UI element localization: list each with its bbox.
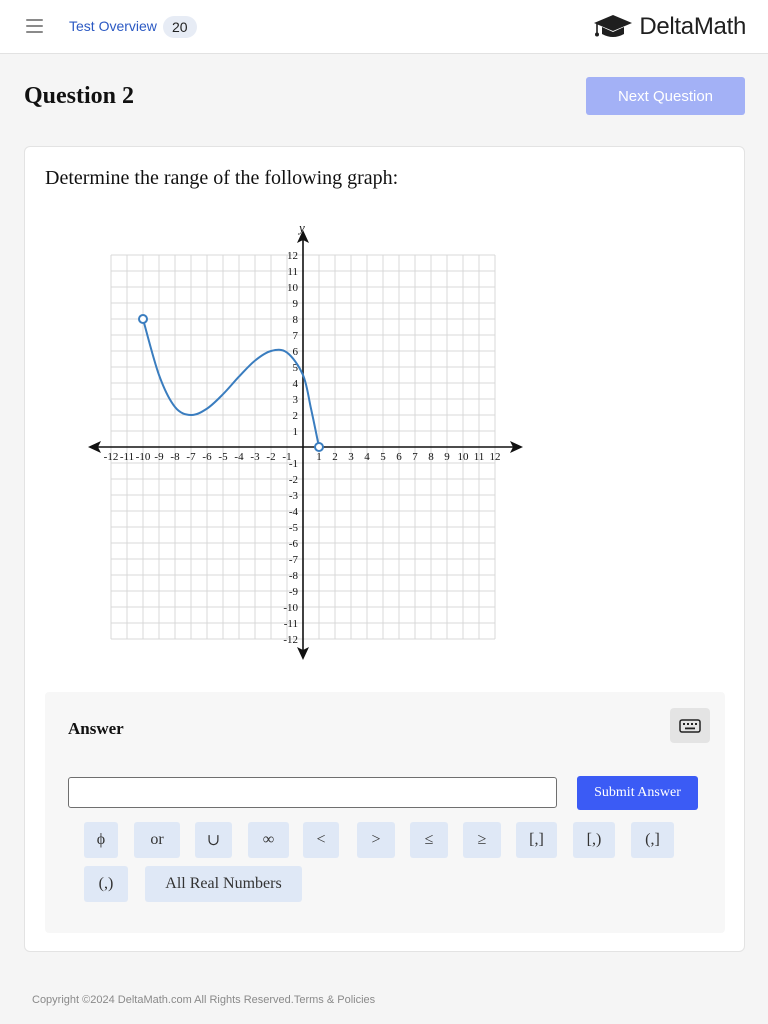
x-tick-label: -10 bbox=[136, 451, 151, 463]
y-axis-label: y bbox=[297, 220, 305, 235]
brand-logo: DeltaMath bbox=[593, 12, 746, 42]
y-tick-label: 10 bbox=[287, 282, 299, 294]
hamburger-icon[interactable] bbox=[26, 19, 43, 33]
page-title: Question 2 bbox=[24, 83, 135, 109]
x-tick-label: 2 bbox=[332, 451, 338, 463]
symbol-button-less-equal[interactable]: ≤ bbox=[410, 822, 448, 858]
x-tick-label: 1 bbox=[316, 451, 322, 463]
answer-input[interactable] bbox=[68, 777, 557, 808]
symbol-button-union[interactable]: ∪ bbox=[195, 822, 232, 858]
graph-svg: xy-12-11-10-9-8-7-6-5-4-3-2-112345678910… bbox=[88, 220, 523, 660]
y-tick-label: -6 bbox=[289, 538, 299, 550]
x-tick-label: -6 bbox=[202, 451, 212, 463]
x-tick-label: 4 bbox=[364, 451, 370, 463]
symbol-button-open-open-interval[interactable]: (,) bbox=[84, 866, 128, 902]
symbol-button-closed-open-interval[interactable]: [,) bbox=[573, 822, 615, 858]
symbol-button-greater-equal[interactable]: ≥ bbox=[463, 822, 501, 858]
y-tick-label: -2 bbox=[289, 474, 298, 486]
x-tick-label: 8 bbox=[428, 451, 434, 463]
x-tick-label: 12 bbox=[490, 451, 501, 463]
x-tick-label: -7 bbox=[186, 451, 196, 463]
x-tick-label: -2 bbox=[266, 451, 275, 463]
next-question-button[interactable]: Next Question bbox=[586, 77, 745, 115]
x-tick-label: 10 bbox=[458, 451, 470, 463]
symbol-button-infinity[interactable]: ∞ bbox=[248, 822, 289, 858]
symbol-button-or[interactable]: or bbox=[134, 822, 180, 858]
x-tick-label: -3 bbox=[250, 451, 260, 463]
x-tick-label: -11 bbox=[120, 451, 134, 463]
y-tick-label: -9 bbox=[289, 586, 299, 598]
copyright-text: Copyright ©2024 DeltaMath.com All Rights… bbox=[32, 994, 294, 1006]
y-tick-label: 8 bbox=[293, 314, 299, 326]
top-bar: Test Overview 20 DeltaMath bbox=[0, 0, 768, 54]
question-card: Determine the range of the following gra… bbox=[24, 146, 745, 952]
y-tick-label: 3 bbox=[293, 394, 299, 406]
answer-label: Answer bbox=[68, 719, 124, 738]
brand-name: DeltaMath bbox=[639, 13, 746, 40]
x-tick-label: 9 bbox=[444, 451, 450, 463]
x-tick-label: 3 bbox=[348, 451, 354, 463]
x-tick-label: -5 bbox=[218, 451, 228, 463]
x-tick-label: 6 bbox=[396, 451, 402, 463]
symbol-button-less-than[interactable]: < bbox=[303, 822, 339, 858]
y-tick-label: -1 bbox=[289, 458, 298, 470]
footer: Copyright ©2024 DeltaMath.com All Rights… bbox=[32, 994, 375, 1006]
symbol-button-open-closed-interval[interactable]: (,] bbox=[631, 822, 674, 858]
open-endpoint bbox=[314, 442, 324, 452]
y-tick-label: -7 bbox=[289, 554, 299, 566]
x-tick-label: -4 bbox=[234, 451, 244, 463]
open-endpoint bbox=[138, 314, 148, 324]
submit-answer-button[interactable]: Submit Answer bbox=[577, 776, 698, 810]
test-overview-link[interactable]: Test Overview bbox=[69, 18, 157, 34]
y-tick-label: -4 bbox=[289, 506, 299, 518]
keyboard-toggle-button[interactable] bbox=[670, 708, 710, 743]
y-tick-label: 4 bbox=[293, 378, 299, 390]
x-tick-label: -12 bbox=[104, 451, 119, 463]
question-count-badge: 20 bbox=[163, 16, 197, 38]
x-tick-label: -8 bbox=[170, 451, 180, 463]
y-tick-label: -12 bbox=[283, 634, 298, 646]
y-tick-label: -10 bbox=[283, 602, 298, 614]
symbol-button-all-real-numbers[interactable]: All Real Numbers bbox=[145, 866, 302, 902]
symbol-button-closed-closed-interval[interactable]: [,] bbox=[516, 822, 557, 858]
y-tick-label: 12 bbox=[287, 250, 298, 262]
x-tick-label: 11 bbox=[474, 451, 485, 463]
y-tick-label: 2 bbox=[293, 410, 299, 422]
terms-link[interactable]: Terms & Policies bbox=[294, 994, 375, 1006]
x-tick-label: -9 bbox=[154, 451, 164, 463]
y-tick-label: 11 bbox=[287, 266, 298, 278]
symbol-button-greater-than[interactable]: > bbox=[357, 822, 395, 858]
y-tick-label: -3 bbox=[289, 490, 299, 502]
y-tick-label: 7 bbox=[293, 330, 299, 342]
question-prompt: Determine the range of the following gra… bbox=[45, 167, 399, 189]
keyboard-icon bbox=[679, 718, 701, 733]
x-tick-label: 5 bbox=[380, 451, 386, 463]
y-tick-label: -8 bbox=[289, 570, 299, 582]
y-tick-label: -11 bbox=[284, 618, 298, 630]
answer-panel: Answer Submit Answer ϕ or ∪ ∞ < > ≤ ≥ [,] [,) (,] (… bbox=[45, 692, 725, 933]
y-tick-label: 6 bbox=[293, 346, 299, 358]
symbol-button-empty-set[interactable]: ϕ bbox=[84, 822, 118, 858]
y-tick-label: -5 bbox=[289, 522, 299, 534]
graduation-cap-icon bbox=[594, 15, 633, 37]
graph: xy-12-11-10-9-8-7-6-5-4-3-2-112345678910… bbox=[85, 220, 525, 665]
y-tick-label: 1 bbox=[293, 426, 299, 438]
x-tick-label: 7 bbox=[412, 451, 418, 463]
y-tick-label: 9 bbox=[293, 298, 299, 310]
